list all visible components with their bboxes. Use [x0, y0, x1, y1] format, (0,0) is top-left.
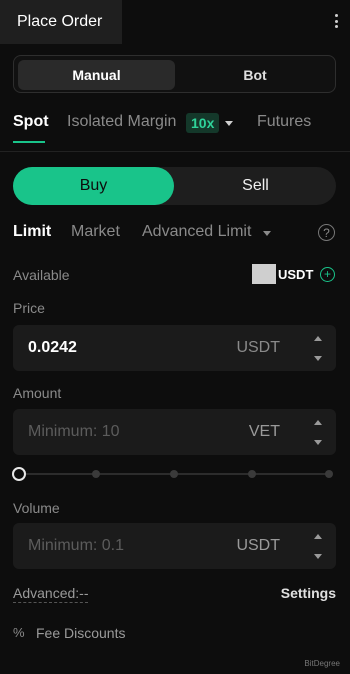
- help-icon[interactable]: ?: [318, 224, 335, 241]
- price-input[interactable]: 0.0242 USDT: [13, 325, 336, 371]
- increment-button[interactable]: [304, 527, 332, 545]
- settings-link[interactable]: Settings: [281, 585, 336, 601]
- amount-input[interactable]: Minimum: 10 VET: [13, 409, 336, 455]
- decrement-button[interactable]: [304, 349, 332, 367]
- amount-placeholder[interactable]: Minimum: 10: [28, 409, 120, 455]
- side-toggle: Buy Sell: [13, 167, 336, 205]
- watermark: BitDegree: [304, 659, 340, 668]
- chevron-down-icon[interactable]: [225, 121, 233, 126]
- caret-up-icon: [314, 419, 322, 425]
- fee-discounts-link[interactable]: Fee Discounts: [36, 625, 125, 641]
- add-funds-icon[interactable]: +: [320, 267, 335, 282]
- caret-down-icon: [314, 553, 322, 559]
- price-label: Price: [13, 300, 45, 316]
- price-unit: USDT: [236, 339, 280, 356]
- increment-button[interactable]: [304, 329, 332, 347]
- active-tab-indicator: [13, 141, 45, 143]
- slider-tick[interactable]: [92, 470, 100, 478]
- leverage-badge[interactable]: 10x: [186, 113, 220, 133]
- tab-advanced-limit[interactable]: Advanced Limit: [142, 223, 251, 241]
- tab-limit[interactable]: Limit: [13, 223, 51, 241]
- divider: [0, 151, 350, 152]
- amount-label: Amount: [13, 385, 62, 401]
- amount-stepper: [304, 413, 332, 451]
- mode-segmented-control: Manual Bot: [13, 55, 336, 93]
- slider-tick[interactable]: [170, 470, 178, 478]
- available-unit: USDT: [278, 267, 314, 282]
- tab-futures[interactable]: Futures: [257, 113, 311, 131]
- volume-input[interactable]: Minimum: 0.1 USDT: [13, 523, 336, 569]
- caret-up-icon: [314, 533, 322, 539]
- decrement-button[interactable]: [304, 547, 332, 565]
- header: Place Order: [0, 0, 350, 44]
- bot-tab[interactable]: Bot: [179, 60, 331, 90]
- advanced-label[interactable]: Advanced:--: [13, 585, 89, 603]
- buy-button[interactable]: Buy: [13, 167, 174, 205]
- place-order-tab[interactable]: Place Order: [0, 0, 122, 44]
- slider-handle[interactable]: [12, 467, 26, 481]
- caret-down-icon: [314, 439, 322, 445]
- percent-icon: %: [13, 625, 25, 640]
- available-label: Available: [13, 267, 70, 283]
- caret-up-icon: [314, 335, 322, 341]
- tab-isolated-margin[interactable]: Isolated Margin: [67, 113, 176, 131]
- slider-tick[interactable]: [325, 470, 333, 478]
- price-value[interactable]: 0.0242: [28, 325, 77, 371]
- price-stepper: [304, 329, 332, 367]
- tab-market[interactable]: Market: [71, 223, 120, 241]
- manual-tab[interactable]: Manual: [18, 60, 175, 90]
- available-balance-redacted: [252, 264, 276, 284]
- kebab-menu-icon[interactable]: [332, 12, 340, 30]
- volume-label: Volume: [13, 500, 60, 516]
- decrement-button[interactable]: [304, 433, 332, 451]
- amount-unit: VET: [248, 423, 280, 440]
- chevron-down-icon[interactable]: [263, 231, 271, 236]
- volume-placeholder[interactable]: Minimum: 0.1: [28, 523, 124, 569]
- slider-tick[interactable]: [248, 470, 256, 478]
- volume-unit: USDT: [236, 537, 280, 554]
- volume-stepper: [304, 527, 332, 565]
- tab-spot[interactable]: Spot: [13, 113, 49, 131]
- sell-button[interactable]: Sell: [175, 167, 336, 205]
- increment-button[interactable]: [304, 413, 332, 431]
- caret-down-icon: [314, 355, 322, 361]
